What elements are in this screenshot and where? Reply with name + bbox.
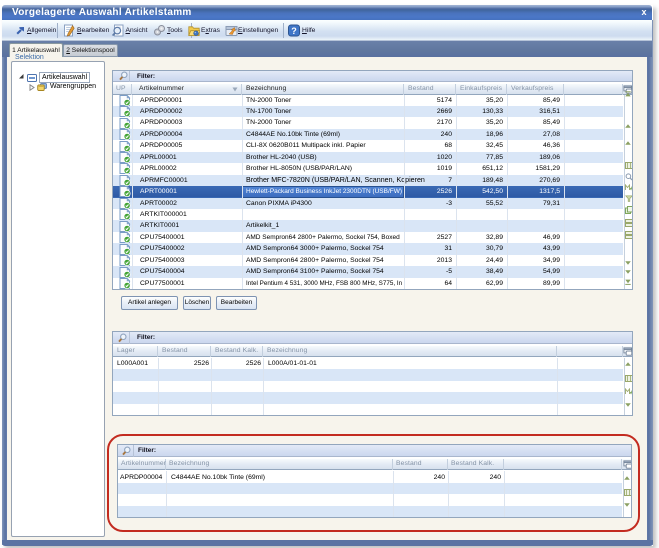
svg-text:?: ? — [291, 26, 297, 36]
